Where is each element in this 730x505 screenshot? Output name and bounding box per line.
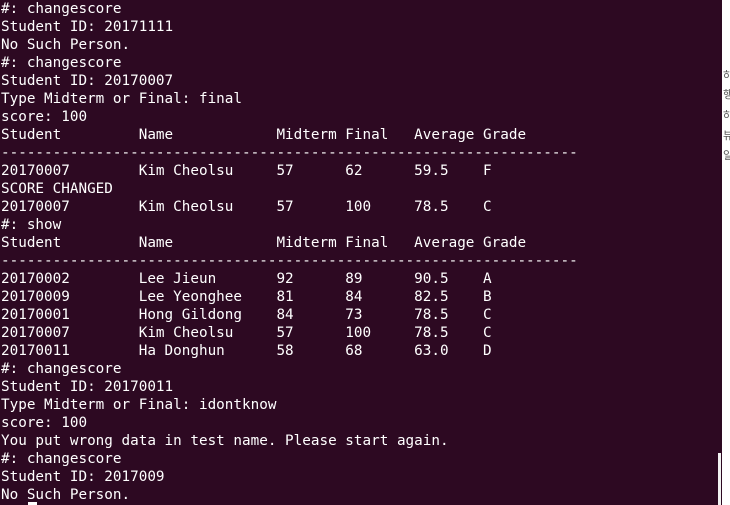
table-row: 20170009 Lee Yeonghee 81 84 82.5 B	[1, 289, 492, 305]
terminal-line: Student ID: 2017009	[1, 469, 165, 485]
terminal-line: No Such Person.	[1, 37, 131, 53]
background-window-glyph: 하	[723, 70, 730, 81]
background-window-edge: 하 행 하 뷰 일	[722, 0, 730, 505]
background-window-glyph: 일	[723, 150, 730, 161]
terminal-window[interactable]: #: changescore Student ID: 20171111 No S…	[0, 0, 722, 505]
terminal-line: Student ID: 20170007	[1, 73, 174, 89]
terminal-line: score: 100	[1, 415, 88, 431]
table-row: 20170007 Kim Cheolsu 57 62 59.5 F	[1, 163, 492, 179]
terminal-line: #: show	[1, 217, 62, 233]
terminal-line: score: 100	[1, 109, 88, 125]
table-header: Student Name Midterm Final Average Grade	[1, 127, 527, 143]
table-row: 20170007 Kim Cheolsu 57 100 78.5 C	[1, 199, 492, 215]
background-window-glyph: 행	[723, 89, 730, 100]
screen: #: changescore Student ID: 20171111 No S…	[0, 0, 730, 505]
terminal-line: #: changescore	[1, 361, 122, 377]
background-window-glyph: 하	[723, 110, 730, 121]
terminal-scrollbar[interactable]	[718, 453, 721, 505]
table-divider: ----------------------------------------…	[1, 145, 578, 161]
terminal-line: Student ID: 20170011	[1, 379, 174, 395]
terminal-line: Type Midterm or Final: idontknow	[1, 397, 277, 413]
terminal-output: #: changescore Student ID: 20171111 No S…	[1, 0, 721, 504]
table-row: 20170002 Lee Jieun 92 89 90.5 A	[1, 271, 492, 287]
terminal-line: Student ID: 20171111	[1, 19, 174, 35]
terminal-line: You put wrong data in test name. Please …	[1, 433, 449, 449]
table-row: 20170001 Hong Gildong 84 73 78.5 C	[1, 307, 492, 323]
table-header: Student Name Midterm Final Average Grade	[1, 235, 527, 251]
terminal-line: SCORE CHANGED	[1, 181, 113, 197]
terminal-line: Type Midterm or Final: final	[1, 91, 243, 107]
table-divider: ----------------------------------------…	[1, 253, 578, 269]
terminal-line: No Such Person.	[1, 487, 131, 503]
terminal-line: #: changescore	[1, 451, 122, 467]
terminal-line: #: changescore	[1, 55, 122, 71]
terminal-line: #: changescore	[1, 1, 122, 17]
table-row: 20170007 Kim Cheolsu 57 100 78.5 C	[1, 325, 492, 341]
background-window-glyph: 뷰	[723, 130, 730, 141]
table-row: 20170011 Ha Donghun 58 68 63.0 D	[1, 343, 492, 359]
